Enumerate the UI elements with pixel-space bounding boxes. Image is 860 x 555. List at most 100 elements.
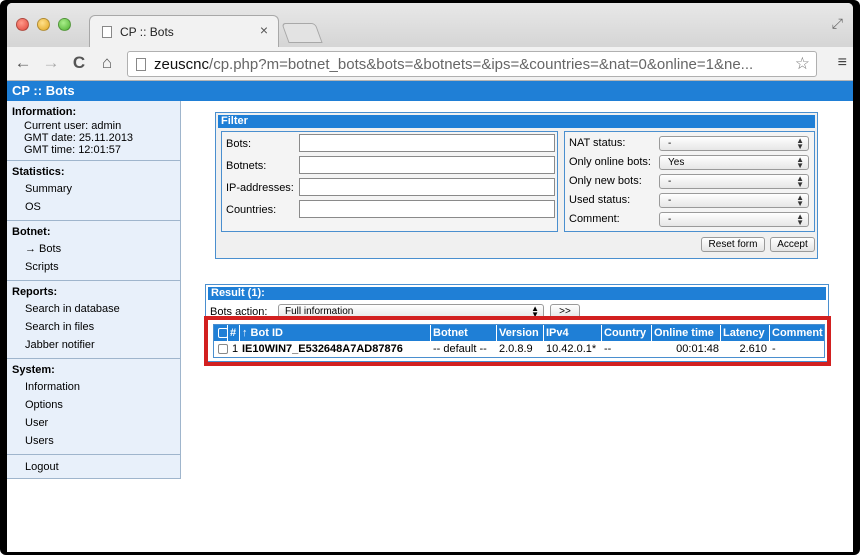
sidebar-item-user[interactable]: User — [7, 414, 180, 432]
only-new-select[interactable]: - ▲ ▼ — [659, 174, 809, 189]
sidebar-item-information[interactable]: Information — [7, 378, 180, 396]
accept-button[interactable]: Accept — [770, 237, 815, 252]
row-latency: 2.610 — [739, 343, 767, 355]
select-arrows-icon: ▲ ▼ — [796, 136, 804, 151]
comment-value: - — [668, 214, 672, 225]
bots-label: Bots: — [226, 138, 252, 150]
select-arrows-icon: ▲ ▼ — [796, 212, 804, 227]
checkbox-icon — [218, 344, 228, 354]
select-arrows-icon: ▲ ▼ — [796, 193, 804, 208]
fullscreen-icon[interactable]: ⤢ — [832, 15, 843, 32]
sidebar-section-logout: Logout — [7, 455, 180, 480]
ip-addresses-input[interactable] — [299, 178, 555, 196]
only-new-label: Only new bots: — [569, 175, 642, 187]
page-content: CP :: Bots Information: Current user: ad… — [7, 81, 853, 552]
only-online-value: Yes — [668, 157, 685, 168]
nat-status-select[interactable]: - ▲ ▼ — [659, 136, 809, 151]
browser-toolbar: ← → C ⌂ zeuscnc/cp.php?m=botnet_bots&bot… — [7, 47, 853, 81]
col-botnet[interactable]: Botnet — [431, 325, 497, 341]
sidebar: Information: Current user: admin GMT dat… — [7, 101, 181, 479]
url-text[interactable]: zeuscnc/cp.php?m=botnet_bots&bots=&botne… — [154, 56, 794, 73]
address-bar[interactable]: zeuscnc/cp.php?m=botnet_bots&bots=&botne… — [127, 51, 817, 77]
bookmark-star-icon[interactable]: ☆ — [795, 54, 810, 74]
sidebar-section-statistics: Statistics: Summary OS — [7, 161, 180, 221]
forward-button[interactable]: → — [41, 53, 61, 73]
select-arrows-icon: ▲ ▼ — [796, 174, 804, 189]
select-all-checkbox[interactable] — [214, 325, 228, 341]
zoom-window-button[interactable] — [58, 18, 71, 31]
sidebar-section-botnet: Botnet: → Bots Scripts — [7, 221, 180, 281]
col-ipv4[interactable]: IPv4 — [544, 325, 602, 341]
used-status-label: Used status: — [569, 194, 631, 206]
sidebar-heading: Information: — [12, 106, 77, 118]
browser-frame: CP :: Bots × ⤢ ← → C ⌂ zeuscnc/cp.php?m=… — [7, 3, 853, 552]
sidebar-item-users[interactable]: Users — [7, 432, 180, 450]
row-checkbox[interactable] — [214, 341, 228, 357]
back-button[interactable]: ← — [13, 53, 33, 73]
sidebar-section-reports: Reports: Search in database Search in fi… — [7, 281, 180, 359]
countries-label: Countries: — [226, 204, 277, 216]
col-latency[interactable]: Latency — [721, 325, 770, 341]
row-online-time: 00:01:48 — [676, 343, 719, 355]
sidebar-item-search-files[interactable]: Search in files — [7, 318, 180, 336]
bots-table: # ↑ Bot ID Botnet Version IPv4 Country O… — [213, 324, 825, 358]
col-num[interactable]: # — [228, 325, 240, 341]
reload-button[interactable]: C — [69, 53, 89, 73]
sidebar-item-summary[interactable]: Summary — [7, 180, 180, 198]
new-tab-button[interactable] — [281, 23, 323, 43]
col-bot-id[interactable]: ↑ Bot ID — [240, 325, 431, 341]
close-window-button[interactable] — [16, 18, 29, 31]
sidebar-item-bots[interactable]: → Bots — [7, 240, 180, 258]
gmt-date: GMT date: 25.11.2013 — [24, 132, 134, 144]
home-button[interactable]: ⌂ — [97, 53, 117, 73]
table-header: # ↑ Bot ID Botnet Version IPv4 Country O… — [214, 325, 824, 341]
page-title: CP :: Bots — [7, 81, 853, 101]
bots-input[interactable] — [299, 134, 555, 152]
page-icon — [136, 58, 146, 71]
browser-window: CP :: Bots × ⤢ ← → C ⌂ zeuscnc/cp.php?m=… — [0, 0, 860, 555]
sidebar-item-os[interactable]: OS — [7, 198, 180, 216]
botnets-label: Botnets: — [226, 160, 267, 172]
row-num: 1 — [232, 343, 239, 355]
used-status-select[interactable]: - ▲ ▼ — [659, 193, 809, 208]
filter-title: Filter — [218, 115, 815, 128]
menu-icon[interactable]: ≡ — [838, 54, 847, 72]
row-country: -- — [604, 343, 612, 355]
minimize-window-button[interactable] — [37, 18, 50, 31]
row-botnet: -- default -- — [433, 343, 487, 355]
sidebar-item-options[interactable]: Options — [7, 396, 180, 414]
ip-addresses-label: IP-addresses: — [226, 182, 294, 194]
col-comment[interactable]: Comment — [770, 325, 824, 341]
row-comment: - — [772, 343, 776, 355]
comment-label: Comment: — [569, 213, 620, 225]
table-row[interactable]: 1 IE10WIN7_E532648A7AD87876 -- default -… — [214, 341, 824, 357]
col-online-time[interactable]: Online time — [652, 325, 721, 341]
sidebar-item-search-database[interactable]: Search in database — [7, 300, 180, 318]
row-bot-id[interactable]: IE10WIN7_E532648A7AD87876 — [240, 341, 431, 357]
only-online-label: Only online bots: — [569, 156, 651, 168]
sidebar-item-scripts[interactable]: Scripts — [7, 258, 180, 276]
current-user: Current user: admin — [24, 120, 122, 132]
browser-tab[interactable]: CP :: Bots × — [89, 15, 279, 47]
only-online-select[interactable]: Yes ▲ ▼ — [659, 155, 809, 170]
comment-select[interactable]: - ▲ ▼ — [659, 212, 809, 227]
result-title: Result (1): — [208, 287, 826, 300]
sidebar-heading: System: — [12, 364, 55, 376]
sidebar-item-logout[interactable]: Logout — [7, 458, 180, 476]
nat-status-label: NAT status: — [569, 137, 626, 149]
sidebar-heading: Statistics: — [12, 166, 65, 178]
sidebar-heading: Reports: — [12, 286, 58, 298]
row-ipv4: 10.42.0.1* — [546, 343, 597, 355]
reset-form-button[interactable]: Reset form — [701, 237, 765, 252]
tab-close-icon[interactable]: × — [260, 22, 268, 38]
url-host: zeuscnc — [154, 56, 210, 73]
filter-text-fields: Bots: Botnets: IP-addresses: Countries: — [221, 131, 558, 232]
countries-input[interactable] — [299, 200, 555, 218]
sidebar-section-information: Information: Current user: admin GMT dat… — [7, 101, 180, 161]
col-country[interactable]: Country — [602, 325, 652, 341]
row-version: 2.0.8.9 — [499, 343, 533, 355]
col-version[interactable]: Version — [497, 325, 544, 341]
url-path: /cp.php?m=botnet_bots&bots=&botnets=&ips… — [209, 56, 754, 73]
botnets-input[interactable] — [299, 156, 555, 174]
sidebar-item-jabber-notifier[interactable]: Jabber notifier — [7, 336, 180, 354]
